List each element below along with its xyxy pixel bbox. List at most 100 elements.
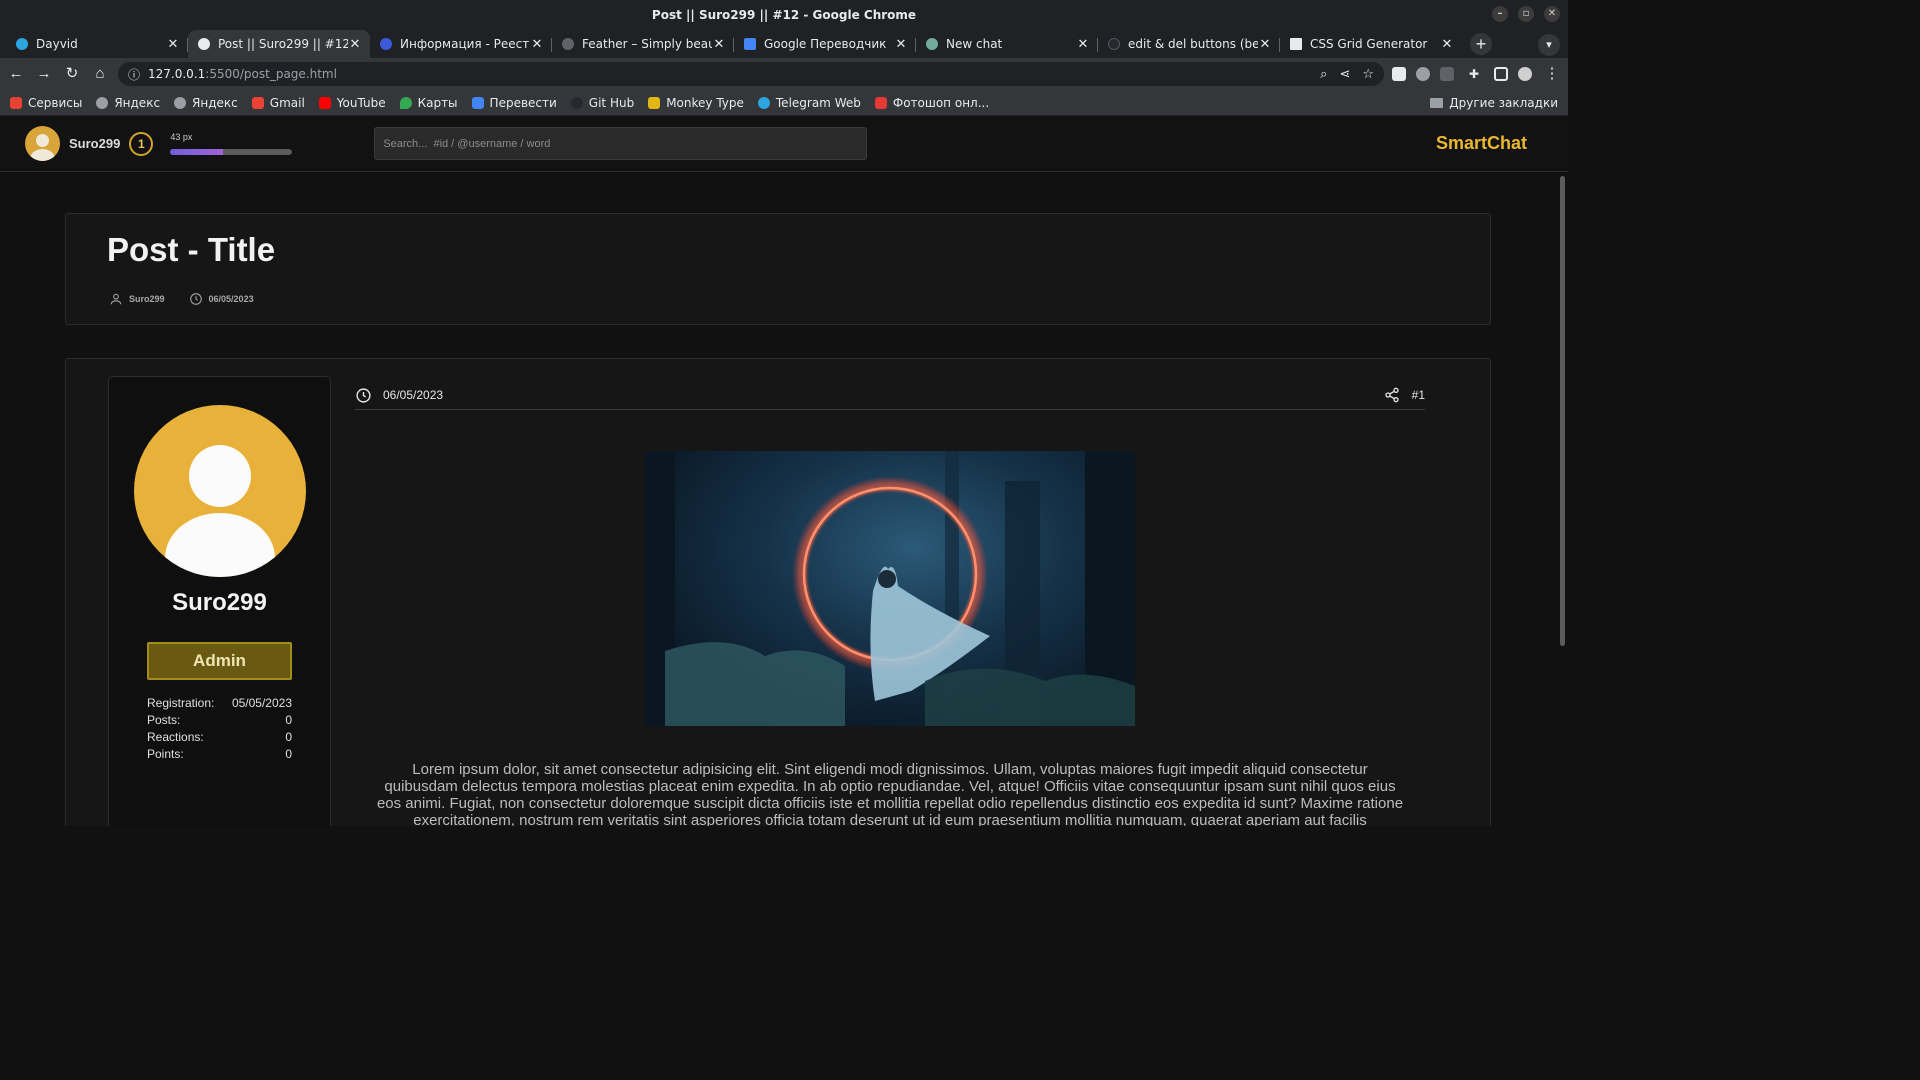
new-tab-button[interactable]: + bbox=[1470, 33, 1492, 55]
bookmarks-bar: Сервисы Яндекс Яндекс Gmail YouTube Карт… bbox=[0, 90, 1568, 116]
maximize-button[interactable]: ▫ bbox=[1518, 6, 1534, 22]
xp-bar bbox=[170, 149, 293, 155]
home-icon[interactable]: ⌂ bbox=[90, 64, 110, 84]
post-image bbox=[645, 451, 1135, 726]
close-window-button[interactable]: ✕ bbox=[1544, 6, 1560, 22]
forward-icon[interactable]: → bbox=[34, 64, 54, 84]
extension-fx-icon[interactable] bbox=[1440, 67, 1454, 81]
page-scrollbar[interactable] bbox=[1560, 176, 1565, 646]
tab-post-page[interactable]: Post || Suro299 || #12 ✕ bbox=[188, 30, 370, 58]
post-author[interactable]: Suro299 bbox=[109, 292, 165, 306]
bookmark-photoshop[interactable]: Фотошоп онл... bbox=[874, 96, 989, 110]
tab-strip: Dayvid ✕ Post || Suro299 || #12 ✕ Информац… bbox=[0, 30, 1568, 58]
tab-google-translate[interactable]: Google Переводчик ✕ bbox=[734, 30, 916, 58]
info-icon[interactable]: ⓘ bbox=[128, 66, 140, 83]
close-tab-icon[interactable]: ✕ bbox=[1440, 37, 1454, 52]
monkeytype-icon bbox=[648, 96, 661, 109]
content-date: 06/05/2023 bbox=[383, 388, 444, 402]
telegram-icon bbox=[16, 38, 28, 50]
clock-icon bbox=[189, 293, 202, 305]
grid-icon bbox=[1290, 38, 1302, 50]
extension-vpn-icon[interactable] bbox=[1416, 67, 1430, 81]
profile-name[interactable]: Suro299 bbox=[109, 589, 330, 617]
close-tab-icon[interactable]: ✕ bbox=[1258, 37, 1272, 52]
tab-dayvid[interactable]: Dayvid ✕ bbox=[6, 30, 188, 58]
globe-icon bbox=[198, 38, 210, 50]
extension-b-icon[interactable] bbox=[1392, 67, 1406, 81]
puzzle-icon[interactable]: ✚ bbox=[1464, 64, 1484, 84]
tab-css-grid[interactable]: CSS Grid Generator ✕ bbox=[1280, 30, 1462, 58]
post-number[interactable]: #1 bbox=[1412, 388, 1425, 402]
brand-logo[interactable]: SmartChat bbox=[1436, 133, 1527, 154]
folder-icon bbox=[1430, 97, 1444, 108]
site-icon bbox=[380, 38, 392, 50]
close-tab-icon[interactable]: ✕ bbox=[166, 37, 180, 52]
stat-row: Posts: 0 bbox=[147, 713, 292, 727]
bookmark-other-folder[interactable]: Другие закладки bbox=[1430, 96, 1558, 110]
back-icon[interactable]: ← bbox=[6, 64, 26, 84]
close-tab-icon[interactable]: ✕ bbox=[894, 37, 908, 52]
app-header: Suro299 1 43 px SmartChat bbox=[0, 116, 1568, 172]
bookmark-maps[interactable]: Карты bbox=[399, 96, 458, 110]
bookmark-services[interactable]: Сервисы bbox=[10, 96, 82, 110]
globe-icon bbox=[174, 96, 187, 109]
sidepanel-icon[interactable] bbox=[1494, 67, 1508, 81]
close-tab-icon[interactable]: ✕ bbox=[712, 37, 726, 52]
post-title: Post - Title bbox=[107, 231, 276, 268]
address-bar[interactable]: ⓘ 127.0.0.1:5500/post_page.html ⌕ ⋖ ☆ bbox=[118, 62, 1384, 86]
window-titlebar: Post || Suro299 || #12 - Google Chrome –… bbox=[0, 0, 1568, 30]
minimize-button[interactable]: – bbox=[1492, 6, 1508, 22]
feather-icon bbox=[562, 38, 574, 50]
tab-search-button[interactable]: ▾ bbox=[1538, 34, 1560, 56]
close-tab-icon[interactable]: ✕ bbox=[1076, 37, 1090, 52]
bookmark-gmail[interactable]: Gmail bbox=[251, 96, 305, 110]
url-host: 127.0.0.1 bbox=[148, 67, 206, 81]
bookmark-yandex-1[interactable]: Яндекс bbox=[96, 96, 160, 110]
bookmark-telegram[interactable]: Telegram Web bbox=[757, 96, 861, 110]
browser-toolbar: ← → ↻ ⌂ ⓘ 127.0.0.1:5500/post_page.html … bbox=[0, 58, 1568, 90]
avatar-large[interactable] bbox=[134, 405, 306, 577]
header-username[interactable]: Suro299 bbox=[69, 136, 120, 151]
xp-fill bbox=[170, 149, 223, 155]
github-icon bbox=[1108, 38, 1120, 50]
avatar[interactable] bbox=[25, 126, 60, 161]
zoom-icon[interactable]: ⌕ bbox=[1320, 67, 1327, 82]
search-input[interactable] bbox=[383, 137, 859, 150]
bookmark-yandex-2[interactable]: Яндекс bbox=[174, 96, 238, 110]
share-icon[interactable]: ⋖ bbox=[1339, 67, 1350, 82]
user-icon bbox=[110, 293, 122, 305]
menu-icon[interactable]: ⋮ bbox=[1542, 64, 1562, 84]
xp-label: 43 px bbox=[170, 132, 193, 142]
search-box[interactable] bbox=[374, 127, 868, 160]
tab-reestr[interactable]: Информация - Реестр ✕ bbox=[370, 30, 552, 58]
tab-feather[interactable]: Feather – Simply beauti ✕ bbox=[552, 30, 734, 58]
translate-icon bbox=[471, 96, 484, 109]
level-badge: 1 bbox=[129, 131, 154, 156]
clock-icon bbox=[356, 387, 371, 403]
profile-stats: Registration: 05/05/2023 Posts: 0 Reaction… bbox=[147, 696, 292, 764]
bookmark-monkeytype[interactable]: Monkey Type bbox=[648, 96, 744, 110]
github-icon bbox=[570, 96, 583, 109]
close-tab-icon[interactable]: ✕ bbox=[348, 37, 362, 52]
bookmark-translate[interactable]: Перевести bbox=[471, 96, 557, 110]
map-pin-icon bbox=[399, 96, 412, 109]
translate-icon bbox=[744, 38, 756, 50]
youtube-icon bbox=[318, 96, 331, 109]
bookmark-github[interactable]: Git Hub bbox=[570, 96, 634, 110]
tab-new-chat[interactable]: New chat ✕ bbox=[916, 30, 1098, 58]
window-controls: – ▫ ✕ bbox=[1492, 6, 1560, 22]
author-profile-card: Suro299 Admin Registration: 05/05/2023 Po… bbox=[108, 376, 331, 826]
photoshop-icon bbox=[874, 96, 887, 109]
url-path: :5500/post_page.html bbox=[205, 67, 337, 81]
tab-github[interactable]: edit & del buttons (beta ✕ bbox=[1098, 30, 1280, 58]
close-tab-icon[interactable]: ✕ bbox=[530, 37, 544, 52]
reload-icon[interactable]: ↻ bbox=[62, 64, 82, 84]
xp-meter: 43 px bbox=[170, 132, 293, 155]
bookmark-star-icon[interactable]: ☆ bbox=[1362, 67, 1374, 82]
gmail-icon bbox=[251, 96, 264, 109]
share-icon[interactable] bbox=[1384, 387, 1400, 403]
window-title: Post || Suro299 || #12 - Google Chrome bbox=[651, 8, 917, 22]
post-date: 06/05/2023 bbox=[189, 292, 254, 306]
bookmark-youtube[interactable]: YouTube bbox=[318, 96, 386, 110]
profile-icon[interactable] bbox=[1518, 67, 1532, 81]
